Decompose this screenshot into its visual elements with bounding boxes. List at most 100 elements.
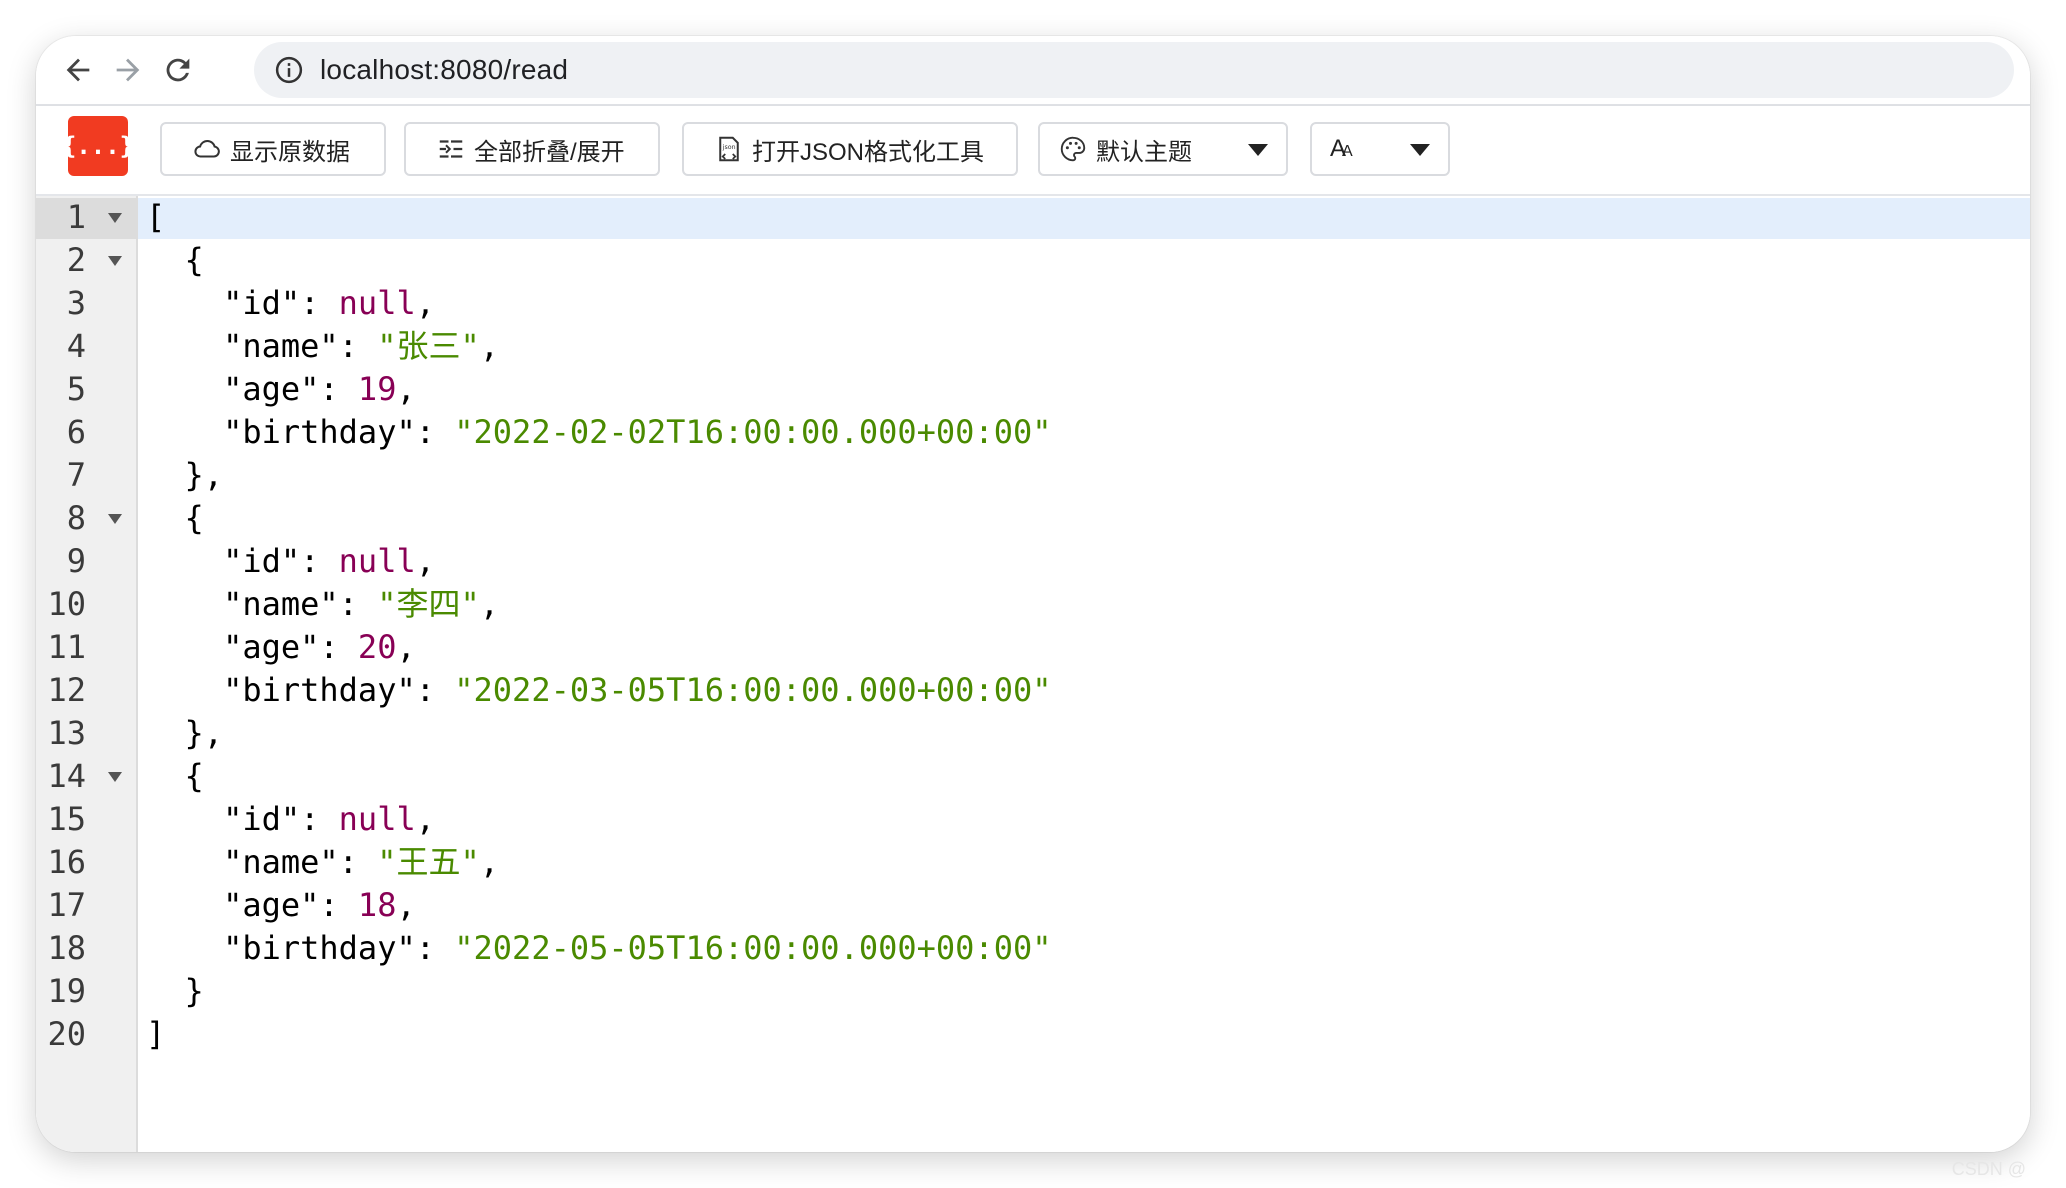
json-key: "name" [223, 327, 339, 365]
palette-icon [1060, 136, 1086, 162]
code-line: { [146, 241, 204, 279]
json-key: "age" [223, 628, 320, 666]
json-string-value: "2022-03-05T16:00:00.000+00:00" [454, 671, 1052, 709]
show-raw-label: 显示原数据 [230, 138, 350, 166]
json-key: "birthday" [223, 413, 416, 451]
chevron-down-icon [1410, 144, 1430, 156]
json-string-value: "张三" [377, 327, 480, 365]
theme-select[interactable]: 默认主题 [1038, 122, 1288, 176]
line-number: 17 [47, 886, 86, 924]
line-number: 5 [66, 370, 86, 408]
json-key: "birthday" [223, 929, 416, 967]
code-line: "id": null, [223, 800, 435, 838]
json-null-value: null [338, 542, 416, 580]
code-line: } [146, 972, 204, 1010]
code-line: }, [146, 714, 224, 752]
open-json-tool-label: 打开JSON格式化工具 [752, 138, 985, 166]
code-line: "birthday": "2022-02-02T16:00:00.000+00:… [223, 413, 1052, 451]
json-viewer-logo[interactable]: {...} [62, 116, 134, 176]
browser-window: localhost:8080/read {...} 显示原数据 全部折叠/展开 … [36, 36, 2030, 1152]
arrow-left-icon [66, 58, 90, 82]
svg-text:json: json [722, 144, 736, 151]
json-null-value: null [338, 800, 416, 838]
json-key: "id" [223, 542, 301, 580]
line-number: 2 [66, 241, 86, 279]
json-null-value: null [338, 284, 416, 322]
code-line: "id": null, [223, 542, 435, 580]
json-string-value: "王五" [377, 843, 480, 881]
arrow-right-icon [116, 58, 140, 82]
json-key: "age" [223, 370, 320, 408]
code-line: ] [146, 1015, 166, 1053]
json-editor[interactable]: 1 2 3 4 5 6 7 8 9 10 11 12 13 14 15 16 17 18 19 20 [ { "id"… [36, 196, 2030, 1152]
json-number-value: 20 [357, 628, 397, 666]
line-number: 10 [47, 585, 86, 623]
code-line: "birthday": "2022-03-05T16:00:00.000+00:… [223, 671, 1052, 709]
fold-toggle-icon[interactable] [108, 514, 122, 524]
fold-icon [439, 140, 463, 158]
fold-toggle-icon[interactable] [108, 772, 122, 782]
line-number: 19 [47, 972, 86, 1010]
font-size-select[interactable]: AA [1310, 122, 1450, 176]
line-number: 14 [47, 757, 86, 795]
active-line-highlight [138, 198, 2030, 239]
back-button[interactable] [58, 50, 98, 90]
info-icon[interactable] [274, 55, 304, 85]
forward-button[interactable] [108, 50, 148, 90]
line-number: 4 [66, 327, 86, 365]
code-line: { [146, 499, 204, 537]
url-text[interactable]: localhost:8080/read [320, 42, 568, 98]
line-number: 13 [47, 714, 86, 752]
json-string-value: "2022-02-02T16:00:00.000+00:00" [454, 413, 1052, 451]
json-key: "age" [223, 886, 320, 924]
line-number: 20 [47, 1015, 86, 1053]
code-line: "age": 19, [223, 370, 416, 408]
json-number-value: 19 [357, 370, 397, 408]
code-line: "id": null, [223, 284, 435, 322]
chevron-down-icon [1248, 144, 1268, 156]
omnibox[interactable]: localhost:8080/read [254, 42, 2014, 98]
code-line: [ [146, 198, 166, 236]
code-line: "name": "王五", [223, 843, 499, 881]
json-key: "id" [223, 800, 301, 838]
reload-icon [166, 58, 190, 82]
watermark: CSDN @ [1951, 1159, 2026, 1179]
json-key: "name" [223, 843, 339, 881]
fold-all-button[interactable]: 全部折叠/展开 [404, 122, 660, 176]
json-key: "name" [223, 585, 339, 623]
font-size-icon: AA [1330, 135, 1353, 162]
theme-select-value: 默认主题 [1096, 138, 1192, 166]
code-line: "name": "张三", [223, 327, 499, 365]
code-line: "name": "李四", [223, 585, 499, 623]
line-number: 15 [47, 800, 86, 838]
reload-button[interactable] [158, 50, 198, 90]
fold-toggle-icon[interactable] [108, 213, 122, 223]
json-key: "id" [223, 284, 301, 322]
line-number: 9 [66, 542, 86, 580]
code-line: "age": 20, [223, 628, 416, 666]
fold-toggle-icon[interactable] [108, 256, 122, 266]
json-file-icon: json [719, 136, 739, 162]
code-line: { [146, 757, 204, 795]
fold-all-label: 全部折叠/展开 [474, 138, 625, 166]
json-string-value: "2022-05-05T16:00:00.000+00:00" [454, 929, 1052, 967]
open-json-tool-button[interactable]: json 打开JSON格式化工具 [682, 122, 1018, 176]
code-line: "birthday": "2022-05-05T16:00:00.000+00:… [223, 929, 1052, 967]
line-number: 8 [66, 499, 86, 537]
line-number: 1 [66, 198, 86, 236]
json-key: "birthday" [223, 671, 416, 709]
address-bar: localhost:8080/read [36, 36, 2030, 106]
line-number: 7 [66, 456, 86, 494]
cloud-icon [194, 140, 220, 158]
json-number-value: 18 [357, 886, 397, 924]
code-line: }, [146, 456, 224, 494]
line-number: 3 [66, 284, 86, 322]
code-line: "age": 18, [223, 886, 416, 924]
line-number: 18 [47, 929, 86, 967]
show-raw-button[interactable]: 显示原数据 [160, 122, 386, 176]
line-number: 6 [66, 413, 86, 451]
line-number: 12 [47, 671, 86, 709]
line-number: 16 [47, 843, 86, 881]
json-string-value: "李四" [377, 585, 480, 623]
line-number: 11 [47, 628, 86, 666]
